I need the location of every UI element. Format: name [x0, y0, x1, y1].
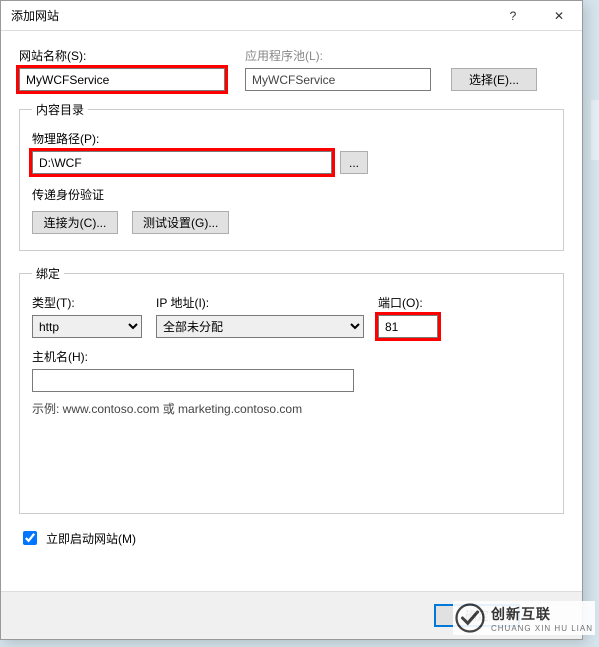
- watermark-text-py: CHUANG XIN HU LIAN: [491, 624, 593, 633]
- help-button[interactable]: ?: [490, 1, 536, 31]
- host-name-example: 示例: www.contoso.com 或 marketing.contoso.…: [32, 400, 551, 417]
- test-settings-button[interactable]: 测试设置(G)...: [132, 211, 229, 234]
- physical-path-label: 物理路径(P):: [32, 130, 551, 147]
- help-icon: ?: [510, 9, 517, 23]
- binding-port-input[interactable]: [378, 315, 438, 338]
- binding-group: 绑定 类型(T): http IP 地址(I): 全部未分配 端口(O):: [19, 265, 564, 514]
- start-site-label: 立即启动网站(M): [46, 530, 136, 547]
- binding-type-label: 类型(T):: [32, 294, 142, 311]
- binding-type-select[interactable]: http: [32, 315, 142, 338]
- start-site-checkbox[interactable]: [23, 531, 37, 545]
- binding-ip-select[interactable]: 全部未分配: [156, 315, 364, 338]
- select-app-pool-button[interactable]: 选择(E)...: [451, 68, 537, 91]
- watermark-logo-icon: [455, 603, 485, 633]
- host-name-input[interactable]: [32, 369, 354, 392]
- dialog-content: 网站名称(S): 应用程序池(L): 选择(E)... 内容目录 物理路径(P)…: [1, 31, 582, 548]
- titlebar: 添加网站 ? ✕: [1, 1, 582, 31]
- watermark: 创新互联 CHUANG XIN HU LIAN: [453, 601, 595, 635]
- physical-path-input[interactable]: [32, 151, 332, 174]
- close-button[interactable]: ✕: [536, 1, 582, 31]
- host-name-label: 主机名(H):: [32, 348, 551, 365]
- window-title: 添加网站: [11, 7, 490, 24]
- content-directory-legend: 内容目录: [32, 101, 88, 118]
- browse-path-button[interactable]: ...: [340, 151, 368, 174]
- app-pool-label: 应用程序池(L):: [245, 47, 431, 64]
- site-name-input[interactable]: [19, 68, 225, 91]
- watermark-text-cn: 创新互联: [491, 604, 593, 624]
- binding-ip-label: IP 地址(I):: [156, 294, 364, 311]
- connect-as-button[interactable]: 连接为(C)...: [32, 211, 118, 234]
- binding-port-label: 端口(O):: [378, 294, 442, 311]
- app-pool-input: [245, 68, 431, 91]
- binding-legend: 绑定: [32, 265, 64, 282]
- passthrough-auth-label: 传递身份验证: [32, 186, 551, 203]
- site-name-label: 网站名称(S):: [19, 47, 225, 64]
- content-directory-group: 内容目录 物理路径(P): ... 传递身份验证 连接为(C)... 测试设置(…: [19, 101, 564, 251]
- add-website-dialog: 添加网站 ? ✕ 网站名称(S): 应用程序池(L): 选择(E)... 内容目…: [0, 0, 583, 640]
- background-decor: [591, 100, 599, 160]
- close-icon: ✕: [554, 9, 564, 23]
